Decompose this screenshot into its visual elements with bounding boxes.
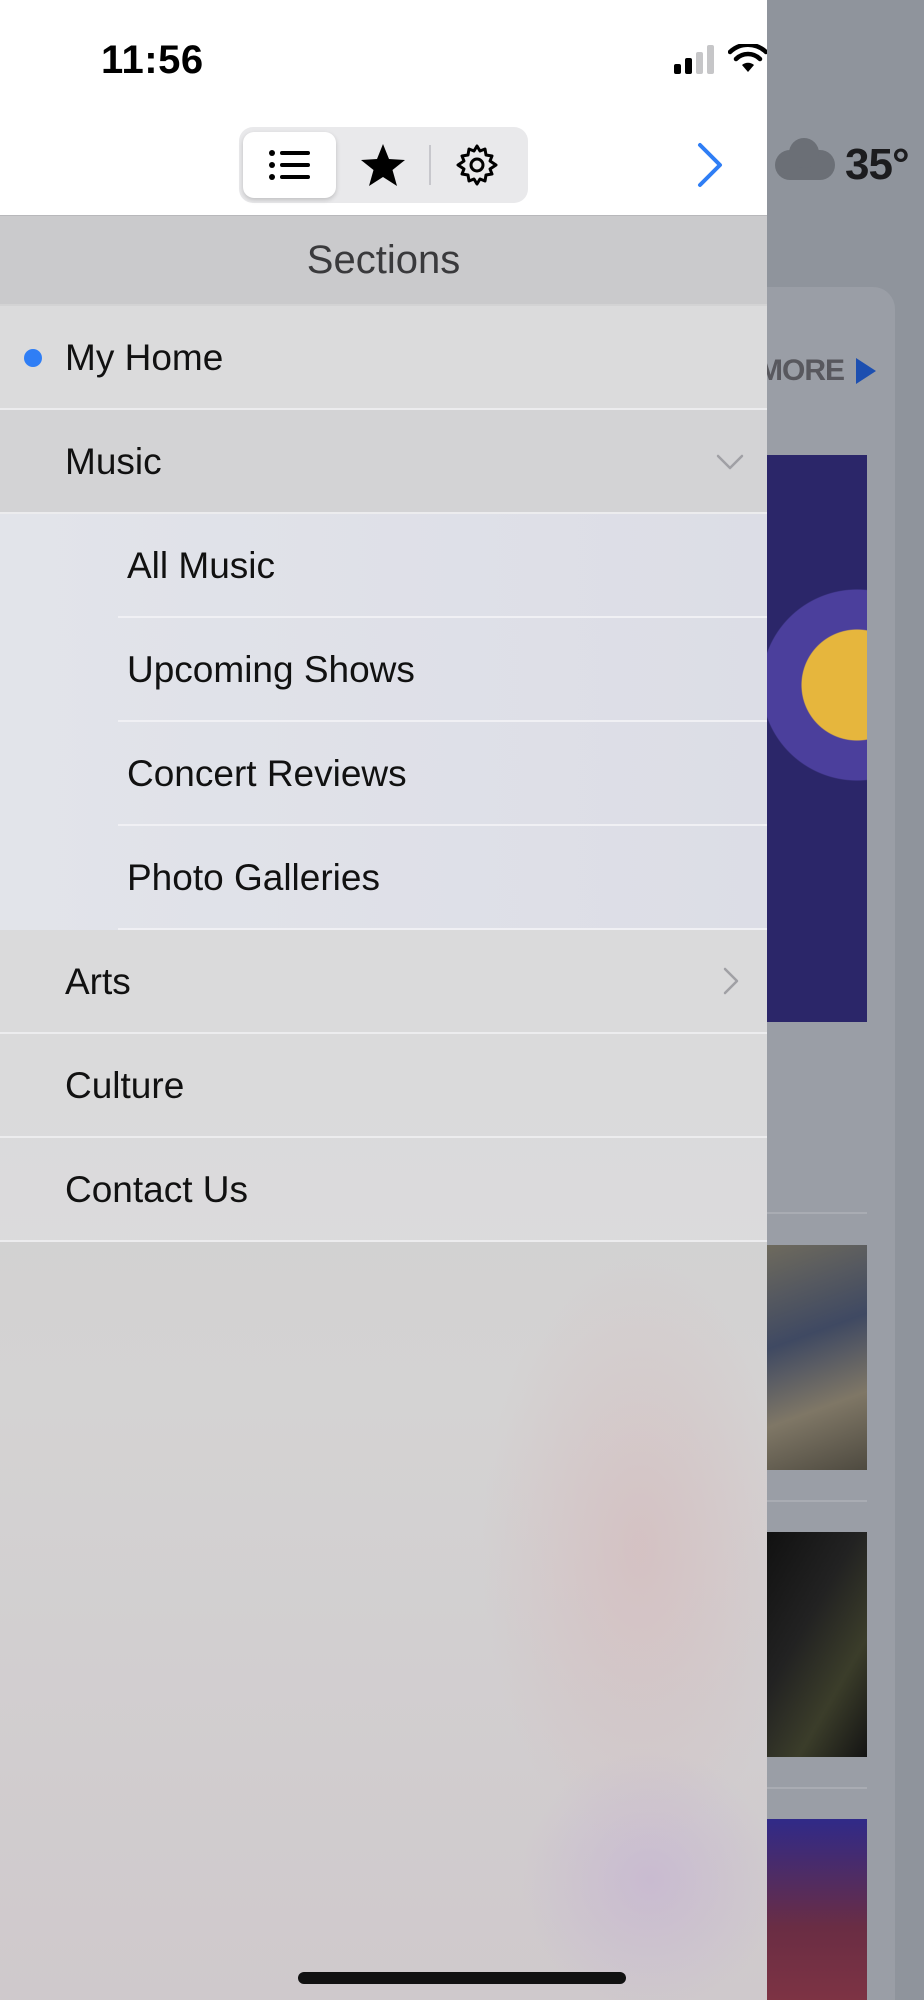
section-item-label: Arts bbox=[65, 961, 131, 1002]
subsection-item-label: Photo Galleries bbox=[127, 857, 380, 898]
current-section-indicator bbox=[24, 349, 42, 367]
subsection-item-all-music[interactable]: All Music bbox=[0, 514, 767, 618]
section-item-culture[interactable]: Culture bbox=[0, 1034, 767, 1138]
more-link-label: MORE bbox=[758, 354, 845, 387]
chevron-down-icon bbox=[716, 454, 744, 470]
divider bbox=[767, 1212, 867, 1214]
section-item-arts[interactable]: Arts bbox=[0, 930, 767, 1034]
weather-widget[interactable]: 35° bbox=[775, 138, 910, 190]
subsection-item-label: Upcoming Shows bbox=[127, 649, 415, 690]
article-image[interactable] bbox=[767, 455, 867, 1022]
cloudy-icon bbox=[775, 138, 835, 180]
divider bbox=[767, 1500, 867, 1502]
section-item-label: Music bbox=[65, 441, 162, 482]
sections-drawer: 11:56 Sections My Home Music All Music U… bbox=[0, 0, 767, 2000]
background-blur bbox=[520, 1750, 767, 2000]
cellular-signal-icon bbox=[674, 45, 714, 74]
weather-temperature: 35° bbox=[845, 140, 910, 189]
sections-header: Sections bbox=[0, 216, 767, 304]
section-item-label: Culture bbox=[65, 1065, 185, 1106]
status-icons bbox=[672, 44, 767, 74]
section-item-label: Contact Us bbox=[65, 1169, 249, 1210]
wifi-icon bbox=[728, 44, 767, 72]
home-indicator[interactable] bbox=[298, 1972, 626, 1984]
divider bbox=[767, 1787, 867, 1789]
subsection-item-upcoming-shows[interactable]: Upcoming Shows bbox=[0, 618, 767, 722]
subsection-item-label: All Music bbox=[127, 545, 276, 586]
status-time: 11:56 bbox=[101, 38, 204, 82]
chevron-right-icon bbox=[698, 143, 722, 187]
section-item-music[interactable]: Music bbox=[0, 410, 767, 514]
subsection-item-label: Concert Reviews bbox=[127, 753, 407, 794]
settings-tab[interactable] bbox=[431, 132, 524, 198]
close-drawer-button[interactable] bbox=[690, 140, 730, 190]
list-icon bbox=[268, 150, 310, 180]
divider bbox=[0, 1240, 767, 1242]
subsection-item-concert-reviews[interactable]: Concert Reviews bbox=[0, 722, 767, 826]
status-bar: 11:56 bbox=[0, 0, 767, 110]
subsection-item-photo-galleries[interactable]: Photo Galleries bbox=[0, 826, 767, 930]
sections-tab[interactable] bbox=[243, 132, 336, 198]
star-icon bbox=[360, 144, 405, 186]
gear-icon bbox=[456, 144, 498, 186]
more-link[interactable]: MORE bbox=[758, 354, 876, 388]
view-segmented-control[interactable] bbox=[239, 127, 528, 203]
chevron-right-icon bbox=[723, 967, 739, 995]
article-thumbnail[interactable] bbox=[767, 1245, 867, 1470]
favorites-tab[interactable] bbox=[336, 132, 429, 198]
article-thumbnail[interactable] bbox=[767, 1532, 867, 1757]
drawer-toolbar bbox=[0, 110, 767, 216]
play-triangle-icon bbox=[856, 358, 876, 384]
article-thumbnail[interactable] bbox=[767, 1819, 867, 2000]
section-item-contact-us[interactable]: Contact Us bbox=[0, 1138, 767, 1242]
section-item-label: My Home bbox=[65, 337, 224, 378]
section-item-my-home[interactable]: My Home bbox=[0, 306, 767, 410]
